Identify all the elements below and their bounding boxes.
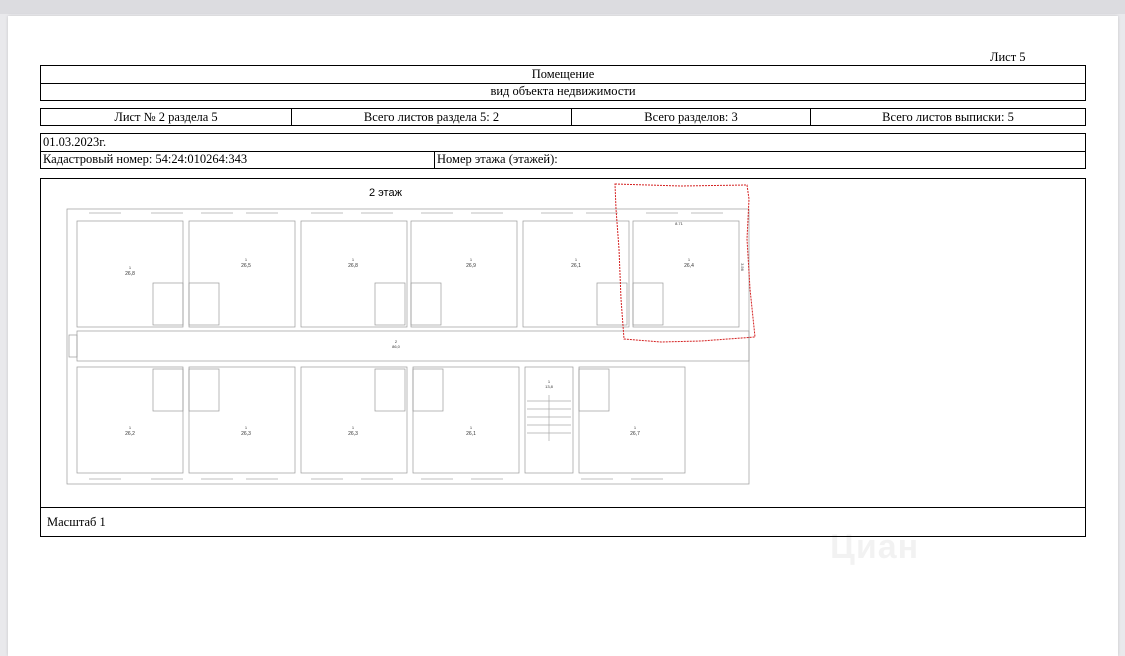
svg-text:1: 1: [352, 425, 355, 430]
plan-bottom-divider: [41, 507, 1085, 508]
svg-text:1: 1: [245, 425, 248, 430]
room-area-label: 26,1: [466, 431, 476, 437]
room-area-label: 26,8: [125, 271, 135, 277]
room-area-label: 26,9: [466, 263, 476, 269]
floor-plan-box: 2 этаж 1 26,8 1 26,5 1 26,8 1 26,9 1 26,…: [40, 178, 1086, 537]
svg-text:1: 1: [245, 257, 248, 262]
room-area-label: 26,7: [630, 431, 640, 437]
room-area-label: 26,4: [684, 263, 694, 269]
highlight-dimension-top: 8.71: [675, 221, 684, 226]
info-cell-sheets-in-section: Всего листов раздела 5: 2: [291, 109, 571, 125]
cadastral-number: Кадастровый номер: 54:24:010264:343: [41, 151, 435, 168]
info-cell-sheets-total: Всего листов выписки: 5: [810, 109, 1085, 125]
room-area-label: 26,3: [241, 431, 251, 437]
header-subtitle: вид объекта недвижимости: [490, 84, 636, 98]
header-title: Помещение: [41, 66, 1085, 84]
scale-label: Масштаб 1: [47, 515, 106, 529]
room-area-label: 26,3: [348, 431, 358, 437]
room-area-label: 26,8: [348, 263, 358, 269]
floor-plan-drawing: 126,8 126,5 126,8 126,9 126,1 126,4 126,…: [66, 183, 756, 485]
document-sheet: Лист 5 Помещение вид объекта недвижимост…: [8, 16, 1118, 656]
svg-text:1: 1: [634, 425, 637, 430]
room-area-label: 26,5: [241, 263, 251, 269]
svg-text:1: 1: [575, 257, 578, 262]
svg-text:1: 1: [129, 265, 132, 270]
svg-text:1: 1: [129, 425, 132, 430]
info-row: Лист № 2 раздела 5 Всего листов раздела …: [40, 108, 1086, 126]
room-area-label: 26,1: [571, 263, 581, 269]
svg-text:1: 1: [470, 257, 473, 262]
viewer-top-bar: [0, 0, 1125, 14]
svg-text:1: 1: [688, 257, 691, 262]
watermark: Циан: [830, 528, 920, 566]
svg-text:1: 1: [470, 425, 473, 430]
document-date: 01.03.2023г.: [41, 134, 1085, 152]
corridor-area-label: 86,0: [392, 344, 401, 349]
room-area-label: 26,2: [125, 431, 135, 437]
floor-number-label: Номер этажа (этажей):: [437, 152, 558, 166]
info-cell-sheet-no: Лист № 2 раздела 5: [114, 109, 218, 124]
highlight-dimension-side: 3.56: [740, 263, 745, 272]
meta-box: 01.03.2023г. Кадастровый номер: 54:24:01…: [40, 133, 1086, 169]
header-box: Помещение вид объекта недвижимости: [40, 65, 1086, 101]
info-cell-sections-total: Всего разделов: 3: [571, 109, 810, 125]
stair-area-label: 13,8: [545, 384, 554, 389]
sheet-label: Лист 5: [990, 50, 1026, 64]
svg-text:1: 1: [352, 257, 355, 262]
